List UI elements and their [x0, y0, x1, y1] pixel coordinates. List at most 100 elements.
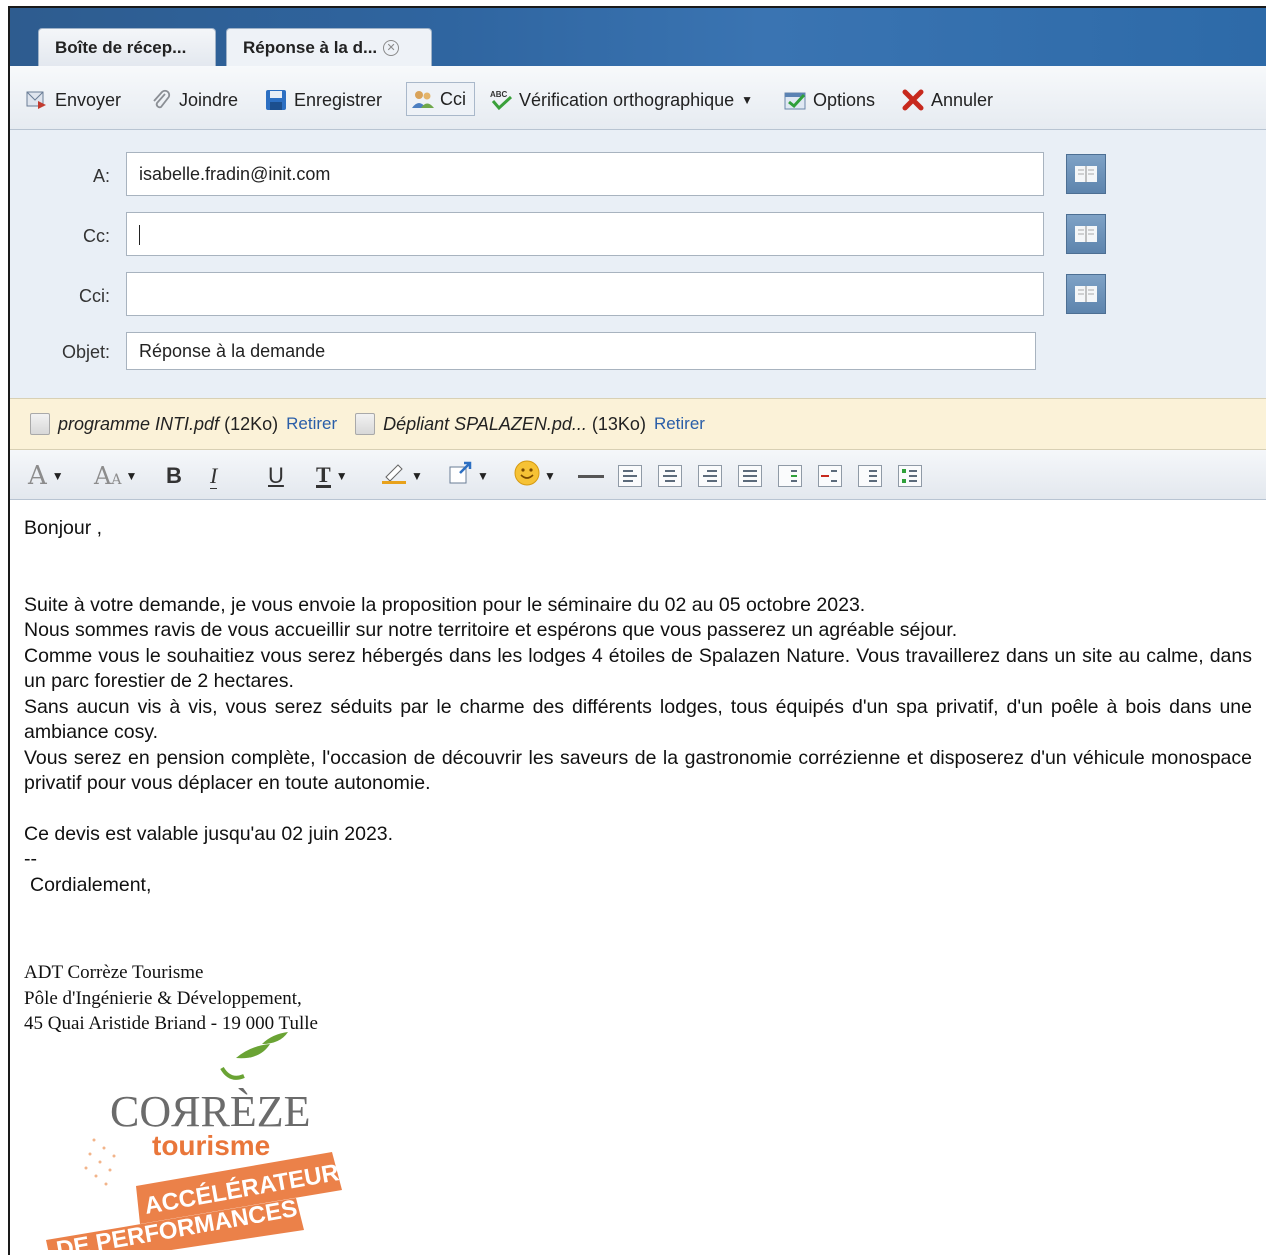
save-label: Enregistrer: [294, 89, 383, 110]
cc-label: Cc:: [83, 226, 110, 246]
underline-button[interactable]: U: [268, 462, 284, 490]
align-right-button[interactable]: [698, 462, 722, 490]
options-label: Options: [813, 89, 876, 110]
to-address-book-button[interactable]: [1066, 154, 1106, 194]
bullet-list-icon: [898, 465, 922, 487]
close-tab-icon[interactable]: ✕: [383, 40, 400, 56]
attachment-size: (13Ko): [591, 413, 646, 434]
body-paragraph: Nous sommes ravis de vous accueillir sur…: [24, 619, 958, 641]
indent-button[interactable]: [778, 462, 802, 490]
body-paragraph: Suite à votre demande, je vous envoie la…: [24, 593, 866, 616]
body-paragraph: Vous serez en pension complète, l'occasi…: [24, 746, 1252, 795]
align-center-icon: [658, 465, 682, 487]
logo-word-correze: COЯRÈZE: [110, 1087, 310, 1136]
text-color-button[interactable]: T ▼: [316, 462, 348, 490]
chevron-down-icon: ▼: [544, 469, 556, 483]
justify-button[interactable]: [738, 462, 762, 490]
cc-field[interactable]: [126, 212, 1044, 256]
bcc-label-field: Cci:: [79, 286, 110, 306]
font-family-button[interactable]: A ▼: [28, 461, 64, 491]
font-size-button[interactable]: AA ▼: [94, 462, 137, 490]
validity-line: Ce devis est valable jusqu'au 02 juin 20…: [24, 822, 394, 845]
tab-inbox-label: Boîte de récep...: [55, 38, 187, 57]
remove-attachment-link[interactable]: Retirer: [654, 414, 705, 434]
attach-button[interactable]: Joindre: [150, 84, 238, 116]
address-book-icon: [1075, 286, 1097, 302]
spellcheck-button[interactable]: ABC Vérification orthographique ▼: [490, 84, 753, 116]
remove-attachment-link[interactable]: Retirer: [286, 414, 337, 434]
format-toolbar: A ▼ AA ▼ B I U T ▼ ▼ ▼ ▼: [10, 450, 1266, 500]
options-button[interactable]: Options: [784, 84, 875, 116]
to-label: A:: [92, 166, 110, 186]
address-book-icon: [1075, 226, 1097, 242]
underline-icon: U: [268, 463, 284, 488]
attachment-item: Dépliant SPALAZEN.pd... (13Ko) Retirer: [355, 413, 705, 435]
horizontal-rule-button[interactable]: [578, 462, 604, 490]
smiley-icon: [514, 460, 540, 492]
floppy-disk-icon: [265, 89, 287, 111]
message-body[interactable]: Bonjour , Suite à votre demande, je vous…: [10, 500, 1266, 1255]
tab-reply-label: Réponse à la d...: [243, 38, 378, 57]
tab-inbox[interactable]: Boîte de récep...: [38, 28, 216, 66]
align-left-button[interactable]: [618, 462, 642, 490]
pdf-file-icon: [355, 413, 376, 435]
compose-toolbar: Envoyer Joindre Enregistrer Cci ABC Véri…: [10, 66, 1266, 130]
highlight-button[interactable]: ▼: [380, 462, 423, 490]
justify-icon: [738, 465, 762, 487]
send-button[interactable]: Envoyer: [26, 84, 121, 116]
address-book-icon: [1075, 166, 1097, 182]
insert-link-button[interactable]: ▼: [448, 461, 489, 491]
font-size-icon: AA: [94, 462, 122, 490]
bcc-label: Cci: [440, 88, 466, 109]
attachment-name[interactable]: programme INTI.pdf: [58, 414, 219, 434]
body-paragraph: Comme vous le souhaitiez vous serez hébe…: [24, 644, 1252, 693]
outdent-icon: [818, 465, 842, 487]
text-color-icon: T: [316, 461, 331, 488]
chevron-down-icon: ▼: [125, 469, 138, 483]
to-field[interactable]: isabelle.fradin@init.com: [126, 152, 1044, 196]
bold-button[interactable]: B: [166, 462, 182, 490]
bcc-field[interactable]: [126, 272, 1044, 316]
bcc-address-book-button[interactable]: [1066, 274, 1106, 314]
contacts-icon: [411, 88, 434, 110]
font-icon: A: [28, 461, 47, 491]
attachment-item: programme INTI.pdf (12Ko) Retirer: [30, 413, 337, 435]
emoticon-button[interactable]: ▼: [514, 460, 556, 492]
address-fields: A: isabelle.fradin@init.com Cc: Cci: Obj…: [10, 130, 1266, 398]
outdent-button[interactable]: [818, 462, 842, 490]
signature-separator: --: [24, 848, 37, 870]
send-icon: [26, 89, 48, 111]
close-x-icon: [902, 89, 924, 111]
bold-icon: B: [166, 463, 182, 488]
correze-tourisme-logo: COЯRÈZE tourisme ACCÉLÉRATEUR DE PERFORM…: [24, 1030, 354, 1255]
cancel-button[interactable]: Annuler: [902, 84, 993, 116]
horizontal-rule-icon: [578, 474, 604, 478]
italic-icon: I: [210, 463, 218, 489]
link-icon: [448, 461, 474, 491]
subject-field[interactable]: Réponse à la demande: [126, 332, 1036, 370]
align-right-icon: [698, 465, 722, 487]
options-checkbox-icon: [784, 89, 806, 111]
subject-label: Objet:: [61, 342, 110, 362]
bullet-list-button[interactable]: [898, 462, 922, 490]
italic-button[interactable]: I: [210, 462, 218, 490]
attachment-size: (12Ko): [224, 413, 279, 434]
closing: Cordialement,: [30, 873, 152, 896]
align-center-button[interactable]: [658, 462, 682, 490]
numbered-list-button[interactable]: [858, 462, 882, 490]
greeting: Bonjour ,: [24, 517, 103, 539]
chevron-down-icon: ▼: [477, 469, 489, 483]
save-button[interactable]: Enregistrer: [265, 84, 382, 116]
logo-word-tourisme: tourisme: [152, 1130, 270, 1161]
pdf-file-icon: [30, 413, 50, 435]
align-left-icon: [618, 465, 642, 487]
svg-text:ABC: ABC: [490, 90, 508, 99]
bcc-button[interactable]: Cci: [406, 82, 475, 116]
cc-address-book-button[interactable]: [1066, 214, 1106, 254]
attach-label: Joindre: [179, 89, 239, 110]
tab-reply[interactable]: Réponse à la d... ✕: [226, 28, 432, 66]
chevron-down-icon[interactable]: ▼: [741, 93, 753, 107]
to-field-value: isabelle.fradin@init.com: [139, 164, 331, 184]
attachment-name[interactable]: Dépliant SPALAZEN.pd...: [383, 414, 587, 434]
